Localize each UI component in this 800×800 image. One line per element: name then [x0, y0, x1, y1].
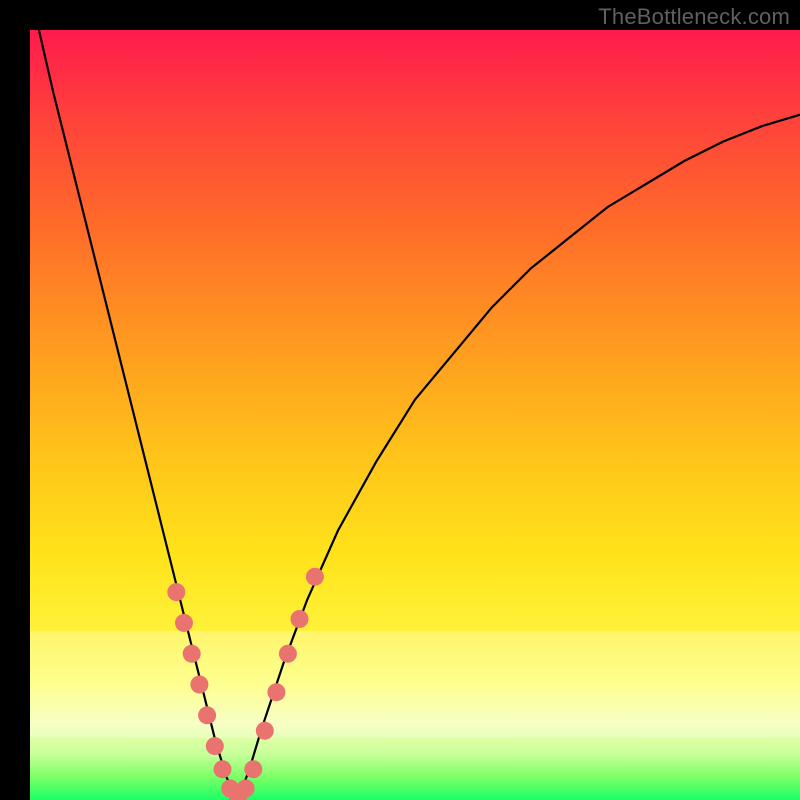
data-point — [267, 683, 285, 701]
data-point — [206, 737, 224, 755]
data-point — [214, 760, 232, 778]
data-point — [244, 760, 262, 778]
bottleneck-curve — [30, 30, 800, 800]
data-point — [175, 614, 193, 632]
data-point — [198, 706, 216, 724]
plot-area — [30, 30, 800, 800]
chart-svg — [30, 30, 800, 800]
watermark-text: TheBottleneck.com — [598, 4, 790, 30]
data-point — [306, 568, 324, 586]
data-point — [190, 676, 208, 694]
data-point — [291, 610, 309, 628]
chart-frame: TheBottleneck.com — [0, 0, 800, 800]
data-point — [256, 722, 274, 740]
data-point — [237, 780, 255, 798]
data-point — [167, 583, 185, 601]
data-points — [167, 568, 324, 800]
data-point — [183, 645, 201, 663]
data-point — [279, 645, 297, 663]
